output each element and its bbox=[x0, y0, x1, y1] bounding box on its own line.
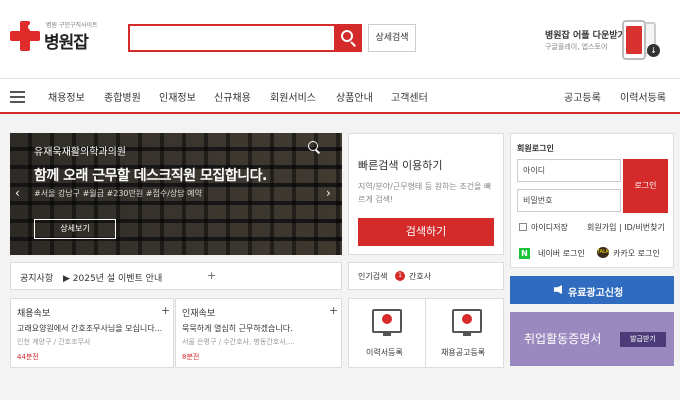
nav-item-new-jobs[interactable]: 신규채용 bbox=[214, 89, 251, 104]
quick-links-panel: 이력서등록 채용공고등록 bbox=[348, 298, 504, 368]
login-panel: 회원로그인 아이디 비밀번호 로그인 아이디저장 회원가입 | ID/비번찾기 … bbox=[510, 133, 674, 268]
nav-item-member-service[interactable]: 회원서비스 bbox=[270, 89, 316, 104]
nav-item-jobs[interactable]: 채용정보 bbox=[48, 89, 85, 104]
card-headline[interactable]: 묵묵하게 열심히 근무하겠습니다. bbox=[182, 323, 332, 334]
quick-search-button[interactable]: 검색하기 bbox=[358, 218, 494, 246]
card-headline[interactable]: 고래요양원에서 간호조무사님을 모십니다... bbox=[17, 323, 167, 334]
card-meta: 인천 계양구 / 간호조무사 bbox=[17, 338, 91, 346]
notice-label: 공지사항 bbox=[20, 274, 54, 284]
phone-icon[interactable] bbox=[622, 20, 646, 60]
password-input[interactable]: 비밀번호 bbox=[517, 189, 621, 212]
nav-item-post-job[interactable]: 공고등록 bbox=[564, 89, 601, 104]
quick-search-title: 빠른검색 이용하기 bbox=[358, 159, 443, 172]
save-id-checkbox[interactable] bbox=[519, 223, 527, 231]
employment-certificate-banner[interactable]: 취업활동증명서 발급받기 bbox=[510, 312, 674, 366]
card-time: 8분전 bbox=[182, 353, 200, 361]
quick-link-job-post[interactable]: 채용공고등록 bbox=[441, 347, 485, 358]
logo-name[interactable]: 병원잡 bbox=[44, 28, 89, 53]
quick-link-resume[interactable]: 이력서등록 bbox=[366, 347, 403, 358]
hamburger-menu-icon[interactable] bbox=[10, 91, 25, 103]
popular-search-label: 인기검색 bbox=[358, 272, 388, 281]
notice-link[interactable]: ▶ 2025년 설 이벤트 안내 bbox=[63, 271, 162, 284]
banner-detail-button[interactable]: 상세보기 bbox=[34, 219, 116, 239]
naver-icon[interactable]: N bbox=[519, 248, 530, 259]
nav-item-products[interactable]: 상품안내 bbox=[336, 89, 373, 104]
app-download-title[interactable]: 병원잡 어플 다운받기 bbox=[545, 28, 626, 41]
banner-title[interactable]: 함께 오래 근무할 데스크직원 모집합니다. bbox=[34, 165, 267, 185]
plus-icon[interactable]: + bbox=[161, 304, 170, 317]
talent-news-card: 인재속보 + 묵묵하게 열심히 근무하겠습니다. 서울 은평구 / 수간호사, … bbox=[175, 298, 342, 368]
quick-search-panel: 빠른검색 이용하기 지역/분야/근무형태 등 원하는 조건을 빠르게 검색! 검… bbox=[348, 133, 504, 255]
banner-tags: #서울 강남구 #월급 #230만원 #접수/상담 예약 bbox=[34, 189, 202, 198]
save-id-label: 아이디저장 bbox=[531, 223, 568, 232]
kakao-login-link[interactable]: 카카오 로그인 bbox=[613, 248, 660, 259]
resume-monitor-icon[interactable] bbox=[372, 309, 402, 336]
paid-ad-label: 유료광고신청 bbox=[568, 288, 624, 299]
card-title[interactable]: 인재속보 bbox=[182, 306, 215, 319]
paid-ad-button[interactable]: 유료광고신청 bbox=[510, 276, 674, 304]
logo-cross-icon[interactable] bbox=[10, 21, 40, 51]
plus-icon[interactable]: + bbox=[329, 304, 338, 317]
job-post-monitor-icon[interactable] bbox=[452, 309, 482, 336]
search-input[interactable] bbox=[128, 24, 336, 52]
megaphone-icon bbox=[554, 285, 562, 294]
issue-certificate-button[interactable]: 발급받기 bbox=[620, 332, 666, 347]
job-news-card: 채용속보 + 고래요양원에서 간호조무사님을 모십니다... 인천 계양구 / … bbox=[10, 298, 174, 368]
download-icon: ↓ bbox=[647, 44, 660, 57]
search-button[interactable] bbox=[334, 24, 362, 52]
quick-search-description: 지역/분야/근무형태 등 원하는 조건을 빠르게 검색! bbox=[358, 182, 492, 204]
banner-subtitle: 유재욱재활의학과의원 bbox=[34, 147, 126, 158]
card-meta: 서울 은평구 / 수간호사, 병동간호사,... bbox=[182, 338, 295, 346]
login-button[interactable]: 로그인 bbox=[623, 159, 668, 213]
popular-keyword-link[interactable]: 간호사 bbox=[409, 271, 431, 282]
notice-bar: 공지사항 ▶ 2025년 설 이벤트 안내 + bbox=[10, 262, 342, 290]
site-header: 병원 구인구직사이트 병원잡 상세검색 병원잡 어플 다운받기 구글플레이, 앱… bbox=[0, 0, 680, 78]
join-find-link[interactable]: 회원가입 | ID/비번찾기 bbox=[587, 222, 665, 233]
naver-login-link[interactable]: 네이버 로그인 bbox=[538, 248, 585, 259]
certificate-label: 취업활동증명서 bbox=[524, 332, 602, 346]
advanced-search-button[interactable]: 상세검색 bbox=[368, 24, 416, 52]
nav-item-customer-center[interactable]: 고객센터 bbox=[391, 89, 428, 104]
chevron-left-icon[interactable]: ‹ bbox=[15, 186, 20, 200]
nav-item-post-resume[interactable]: 이력서등록 bbox=[620, 89, 666, 104]
card-title[interactable]: 채용속보 bbox=[17, 306, 50, 319]
kakao-icon[interactable]: TALK bbox=[597, 247, 609, 258]
id-input[interactable]: 아이디 bbox=[517, 159, 621, 182]
notice-more-icon[interactable]: + bbox=[207, 269, 216, 282]
app-download-subtitle: 구글플레이, 앱스토어 bbox=[545, 43, 608, 51]
nav-item-general-hospital[interactable]: 종합병원 bbox=[104, 89, 141, 104]
popular-search: 인기검색 1 간호사 bbox=[348, 262, 504, 290]
nav-item-talent[interactable]: 인재정보 bbox=[159, 89, 196, 104]
card-time: 44분전 bbox=[17, 353, 39, 361]
login-title: 회원로그인 bbox=[517, 144, 554, 153]
banner-carousel[interactable]: 유재욱재활의학과의원 함께 오래 근무할 데스크직원 모집합니다. #서울 강남… bbox=[10, 133, 342, 255]
rank-badge: 1 bbox=[395, 271, 405, 281]
chevron-right-icon[interactable]: › bbox=[326, 186, 331, 200]
